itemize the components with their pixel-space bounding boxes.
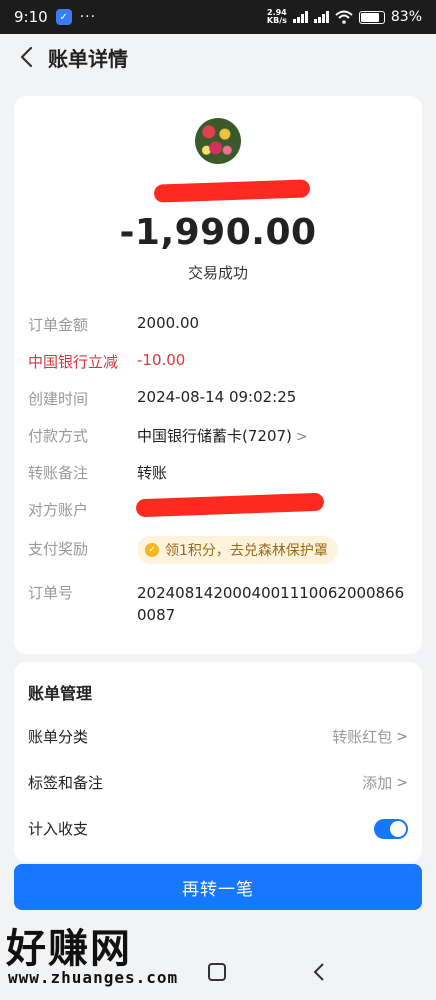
back-arrow-icon[interactable] <box>14 45 38 69</box>
signal-icon-2 <box>313 11 329 23</box>
detail-value: -10.00 <box>137 351 186 369</box>
payment-method-value[interactable]: 中国银行储蓄卡(7207) <box>137 427 292 445</box>
more-notifications-icon: ··· <box>79 9 97 25</box>
order-number: 2024081420004001110062000866 0087 <box>137 584 405 624</box>
detail-row-reward: 支付奖励 ✓ 领1积分，去兑森林保护罩 <box>28 536 408 564</box>
category-label: 账单分类 <box>28 728 89 746</box>
reward-chip[interactable]: ✓ 领1积分，去兑森林保护罩 <box>137 536 338 564</box>
detail-value: 2024-08-14 09:02:25 <box>137 388 297 406</box>
watermark-logo: 好赚网 <box>6 925 132 972</box>
home-icon[interactable] <box>208 963 226 981</box>
transaction-status: 交易成功 <box>187 264 248 282</box>
battery-icon <box>358 10 385 24</box>
avatar[interactable] <box>195 118 241 164</box>
category-row[interactable]: 账单分类 转账红包 > <box>28 726 408 747</box>
page-title: 账单详情 <box>48 46 128 71</box>
detail-row-payment-method[interactable]: 付款方式 中国银行储蓄卡(7207) > <box>28 425 408 446</box>
bill-summary-card: -1,990.00 交易成功 订单金额 2000.00 中国银行立减 -10.0… <box>14 96 422 654</box>
app-notification-icon: ✓ <box>55 9 72 25</box>
nav-header: 账单详情 <box>0 34 436 80</box>
detail-label: 创建时间 <box>28 390 89 408</box>
detail-label: 中国银行立减 <box>28 353 119 371</box>
category-value: 转账红包 <box>332 728 393 746</box>
bill-management-card: 账单管理 账单分类 转账红包 > 标签和备注 添加 > 计入收支 <box>14 662 422 862</box>
tag-label: 标签和备注 <box>28 774 104 792</box>
transfer-again-button[interactable]: 再转一笔 <box>14 864 422 910</box>
system-back-icon[interactable] <box>308 960 332 984</box>
wifi-icon <box>335 10 353 24</box>
watermark-url: www.zhuanges.com <box>8 968 179 987</box>
include-label: 计入收支 <box>28 820 89 838</box>
network-speed: 2.94 KB/s <box>266 8 287 25</box>
detail-label: 订单金额 <box>28 316 89 334</box>
detail-value: 转账 <box>137 464 168 482</box>
signal-icon <box>292 11 308 23</box>
tag-remark-row[interactable]: 标签和备注 添加 > <box>28 772 408 793</box>
include-toggle[interactable] <box>374 818 408 839</box>
tag-value: 添加 <box>362 774 393 792</box>
toggle-knob <box>390 820 406 837</box>
detail-row-remark: 转账备注 转账 <box>28 462 408 483</box>
detail-row-discount: 中国银行立减 -10.00 <box>28 351 408 372</box>
coin-icon: ✓ <box>145 543 159 557</box>
transaction-amount: -1,990.00 <box>119 212 317 253</box>
clock: 9:10 <box>14 8 48 26</box>
detail-label: 转账备注 <box>28 464 89 482</box>
chevron-right-icon: > <box>295 429 308 445</box>
detail-row-order-number: 订单号 2024081420004001110062000866 0087 <box>28 582 408 626</box>
reward-text: 领1积分，去兑森林保护罩 <box>165 543 328 559</box>
detail-row-order-amount: 订单金额 2000.00 <box>28 314 408 335</box>
include-in-stats-row: 计入收支 <box>28 818 408 839</box>
detail-label: 支付奖励 <box>28 540 89 558</box>
detail-value: 2000.00 <box>137 314 200 332</box>
chevron-right-icon: > <box>396 728 408 745</box>
detail-label: 订单号 <box>28 584 74 602</box>
detail-row-created-time: 创建时间 2024-08-14 09:02:25 <box>28 388 408 409</box>
battery-percent: 83% <box>390 9 422 25</box>
detail-label: 付款方式 <box>28 427 89 445</box>
status-bar: 9:10 ✓ ··· 2.94 KB/s 83% <box>0 0 436 34</box>
section-title: 账单管理 <box>28 684 93 703</box>
detail-label: 对方账户 <box>28 501 89 519</box>
redacted-name <box>153 179 311 203</box>
chevron-right-icon: > <box>396 774 408 791</box>
